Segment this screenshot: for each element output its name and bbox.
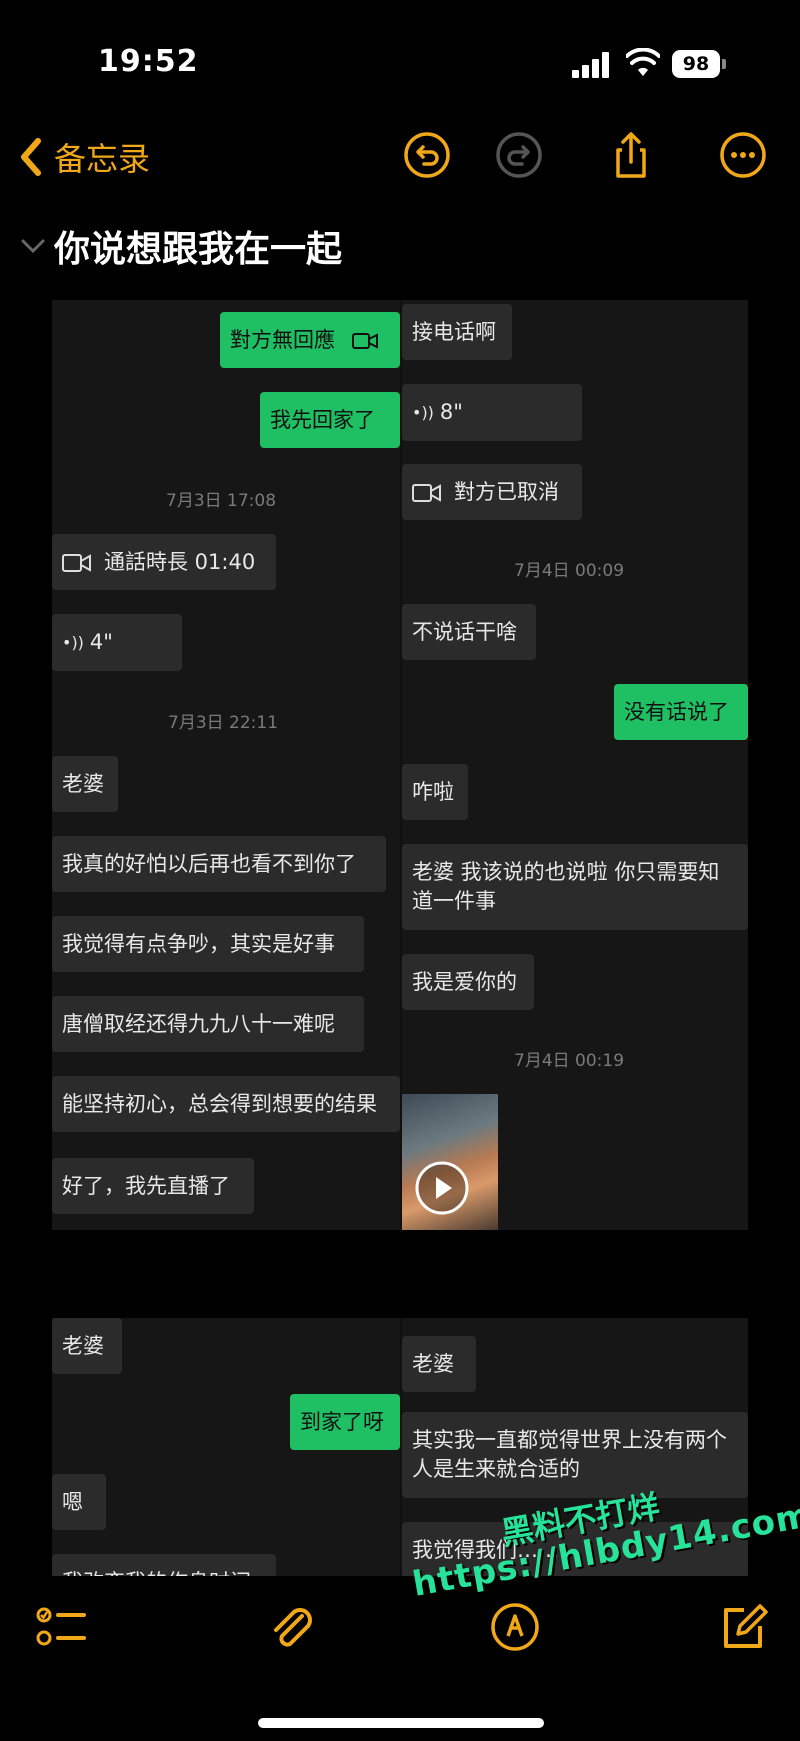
battery-level: 98	[672, 50, 720, 78]
note-title: 你说想跟我在一起	[54, 229, 343, 270]
message-bubble-incoming: 不说话干啥	[402, 604, 536, 660]
markup-pen-icon[interactable]	[488, 1600, 542, 1654]
wifi-icon	[626, 48, 660, 76]
note-title-row[interactable]: 你说想跟我在一起	[20, 220, 342, 272]
video-thumbnail[interactable]	[402, 1094, 498, 1230]
timestamp: 7月3日 22:11	[168, 713, 279, 733]
battery-icon: 98	[672, 50, 726, 80]
message-bubble-incoming: 其实我一直都觉得世界上没有两个人是生来就合适的	[402, 1412, 748, 1498]
message-bubble-incoming: 老婆	[402, 1336, 476, 1392]
chevron-left-icon	[21, 138, 41, 176]
message-bubble-incoming: 我是爱你的	[402, 954, 534, 1010]
voice-wave-icon: •))	[62, 633, 84, 652]
timestamp: 7月4日 00:09	[514, 561, 625, 581]
message-bubble-incoming: 老婆	[52, 756, 118, 812]
message-bubble-incoming: 能坚持初心，总会得到想要的结果	[52, 1076, 400, 1132]
timestamp: 7月4日 00:19	[514, 1051, 625, 1071]
message-bubble-incoming: 咋啦	[402, 764, 468, 820]
timestamp: 7月3日 17:08	[166, 491, 277, 511]
more-icon[interactable]	[718, 130, 768, 180]
voice-wave-icon: •))	[412, 403, 434, 422]
redo-icon[interactable]	[494, 130, 544, 180]
back-label: 备忘录	[54, 140, 151, 178]
cellular-signal-icon	[572, 52, 612, 78]
message-bubble-outgoing: 我先回家了	[260, 392, 400, 448]
checklist-icon[interactable]	[34, 1600, 88, 1654]
voice-message-bubble[interactable]: •)) 4"	[52, 614, 182, 671]
message-bubble-incoming: 我真的好怕以后再也看不到你了	[52, 836, 386, 892]
message-bubble-incoming: 老婆	[52, 1318, 122, 1374]
undo-icon[interactable]	[402, 130, 452, 180]
home-indicator[interactable]	[258, 1718, 544, 1728]
message-bubble-incoming: 老婆 我该说的也说啦 你只需要知道一件事	[402, 844, 748, 930]
play-icon	[415, 1161, 469, 1215]
chat-screenshot-1: 對方無回應 我先回家了 7月3日 17:08 通話時長 01:40 •)) 4" …	[52, 300, 748, 1230]
video-call-icon	[351, 333, 378, 349]
chevron-down-icon	[21, 239, 45, 254]
message-bubble-incoming: 我觉得有点争吵，其实是好事	[52, 916, 364, 972]
message-bubble-incoming: 嗯	[52, 1474, 106, 1530]
message-bubble-incoming: 好了，我先直播了	[52, 1158, 254, 1214]
paperclip-icon[interactable]	[264, 1600, 318, 1654]
message-bubble-incoming: 我改变我的作息时间	[52, 1554, 276, 1576]
video-call-icon	[62, 554, 91, 572]
message-bubble-incoming: 唐僧取经还得九九八十一难呢	[52, 996, 364, 1052]
status-time: 19:52	[98, 44, 199, 79]
compose-icon[interactable]	[716, 1600, 770, 1654]
message-bubble-outgoing: 到家了呀	[290, 1394, 400, 1450]
back-button[interactable]: 备忘录	[18, 132, 150, 182]
video-call-icon	[412, 484, 441, 502]
message-bubble-outgoing: 對方無回應	[220, 312, 400, 368]
message-bubble-incoming: 接电话啊	[402, 304, 512, 360]
voice-message-bubble[interactable]: •)) 8"	[402, 384, 582, 441]
call-duration-bubble: 通話時長 01:40	[52, 534, 276, 590]
call-cancelled-bubble: 對方已取消	[402, 464, 582, 520]
share-icon[interactable]	[606, 130, 656, 180]
message-bubble-outgoing: 没有话说了	[614, 684, 748, 740]
